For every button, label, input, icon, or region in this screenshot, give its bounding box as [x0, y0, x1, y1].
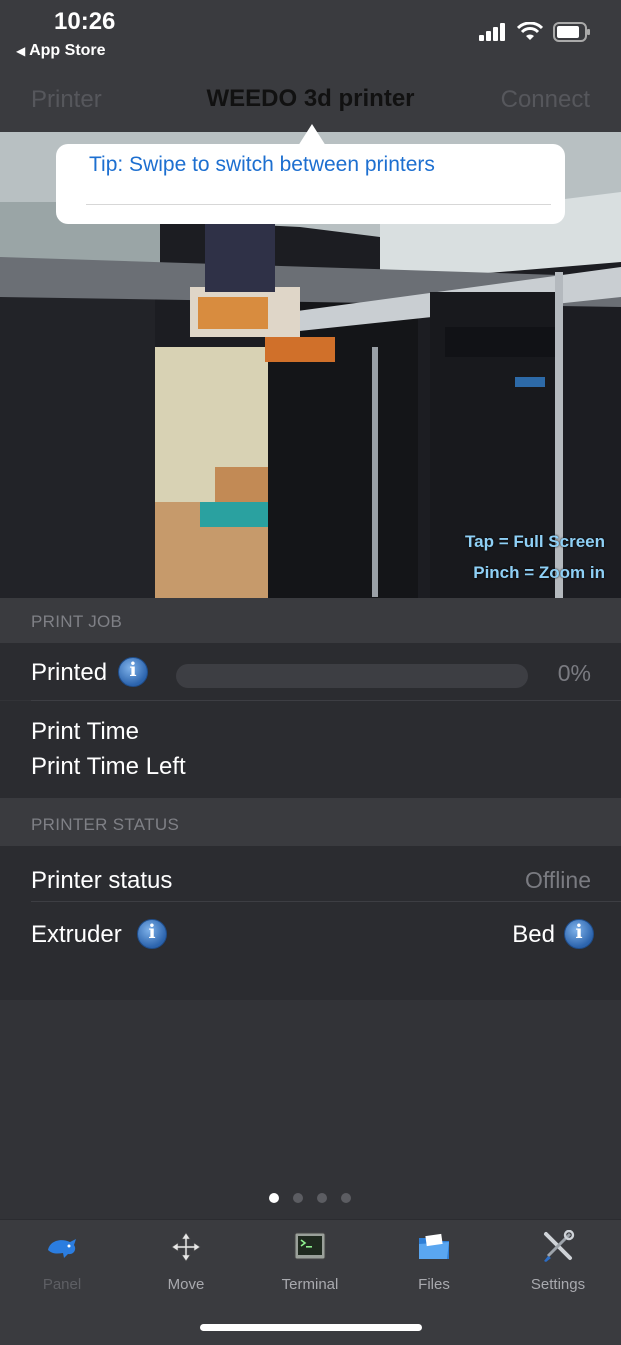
tip-divider [86, 204, 551, 205]
back-to-app-store[interactable]: ◀ App Store [16, 42, 106, 60]
bed-info-icon[interactable]: i [564, 919, 594, 949]
tip-arrow [298, 124, 326, 146]
tab-label: Move [167, 1276, 205, 1293]
bed-label: Bed [512, 921, 555, 948]
tab-settings[interactable]: Settings [496, 1229, 620, 1293]
print-job-header-label: PRINT JOB [31, 612, 123, 631]
printed-percent: 0% [557, 660, 591, 686]
page-indicator[interactable] [269, 1193, 351, 1203]
print-progress-bar [176, 664, 528, 688]
navigation-bar: Printer WEEDO 3d printer Connect [0, 70, 621, 132]
back-triangle-icon: ◀ [16, 44, 26, 58]
printed-info-icon[interactable]: i [118, 657, 148, 687]
printed-label: Printed [31, 659, 108, 686]
page-dot[interactable] [317, 1193, 327, 1203]
tip-popover[interactable]: Tip: Swipe to switch between printers [56, 144, 565, 224]
tap-fullscreen-hint: Tap = Full Screen [465, 532, 605, 551]
print-time-row: Print Time Print Time Left [0, 701, 621, 798]
tab-panel[interactable]: Panel [0, 1230, 124, 1293]
move-arrows-icon [168, 1230, 204, 1264]
tab-terminal[interactable]: Terminal [248, 1230, 372, 1293]
connect-button[interactable]: Connect [501, 86, 590, 114]
printer-status-value: Offline [524, 867, 591, 893]
folder-icon [416, 1230, 452, 1264]
clock: 10:26 [54, 8, 116, 35]
print-time-label: Print Time [31, 718, 140, 745]
tab-files[interactable]: Files [372, 1230, 496, 1293]
signal-icon [479, 23, 505, 41]
tab-move[interactable]: Move [124, 1230, 248, 1293]
page-dot[interactable] [341, 1193, 351, 1203]
battery-icon [553, 22, 590, 42]
extruder-label: Extruder [31, 921, 122, 948]
tab-label: Files [418, 1276, 450, 1293]
print-time-left-label: Print Time Left [31, 753, 186, 780]
status-icons [479, 22, 591, 42]
printer-status-header-label: PRINTER STATUS [31, 815, 180, 834]
extruder-info-icon[interactable]: i [137, 919, 167, 949]
printer-status-label: Printer status [31, 867, 173, 894]
tab-label: Panel [42, 1276, 82, 1293]
row-divider [31, 901, 621, 902]
wrench-screwdriver-icon [540, 1229, 576, 1264]
tip-text: Tip: Swipe to switch between printers [89, 153, 435, 176]
pinch-zoom-hint: Pinch = Zoom in [473, 563, 605, 582]
home-indicator[interactable] [200, 1324, 422, 1331]
dolphin-icon [44, 1230, 80, 1264]
print-job-header: PRINT JOB [0, 598, 621, 643]
wifi-icon [517, 22, 543, 40]
tab-label: Settings [530, 1276, 586, 1293]
status-bar: 10:26 ◀ App Store [0, 0, 621, 70]
page-dot[interactable] [269, 1193, 279, 1203]
printer-status-block: Printer status Offline Extruder i Bed i [0, 846, 621, 1000]
tab-label: Terminal [281, 1276, 339, 1293]
page-dot[interactable] [293, 1193, 303, 1203]
terminal-icon [292, 1230, 328, 1264]
printer-status-header: PRINTER STATUS [0, 798, 621, 846]
back-label: App Store [29, 42, 106, 59]
